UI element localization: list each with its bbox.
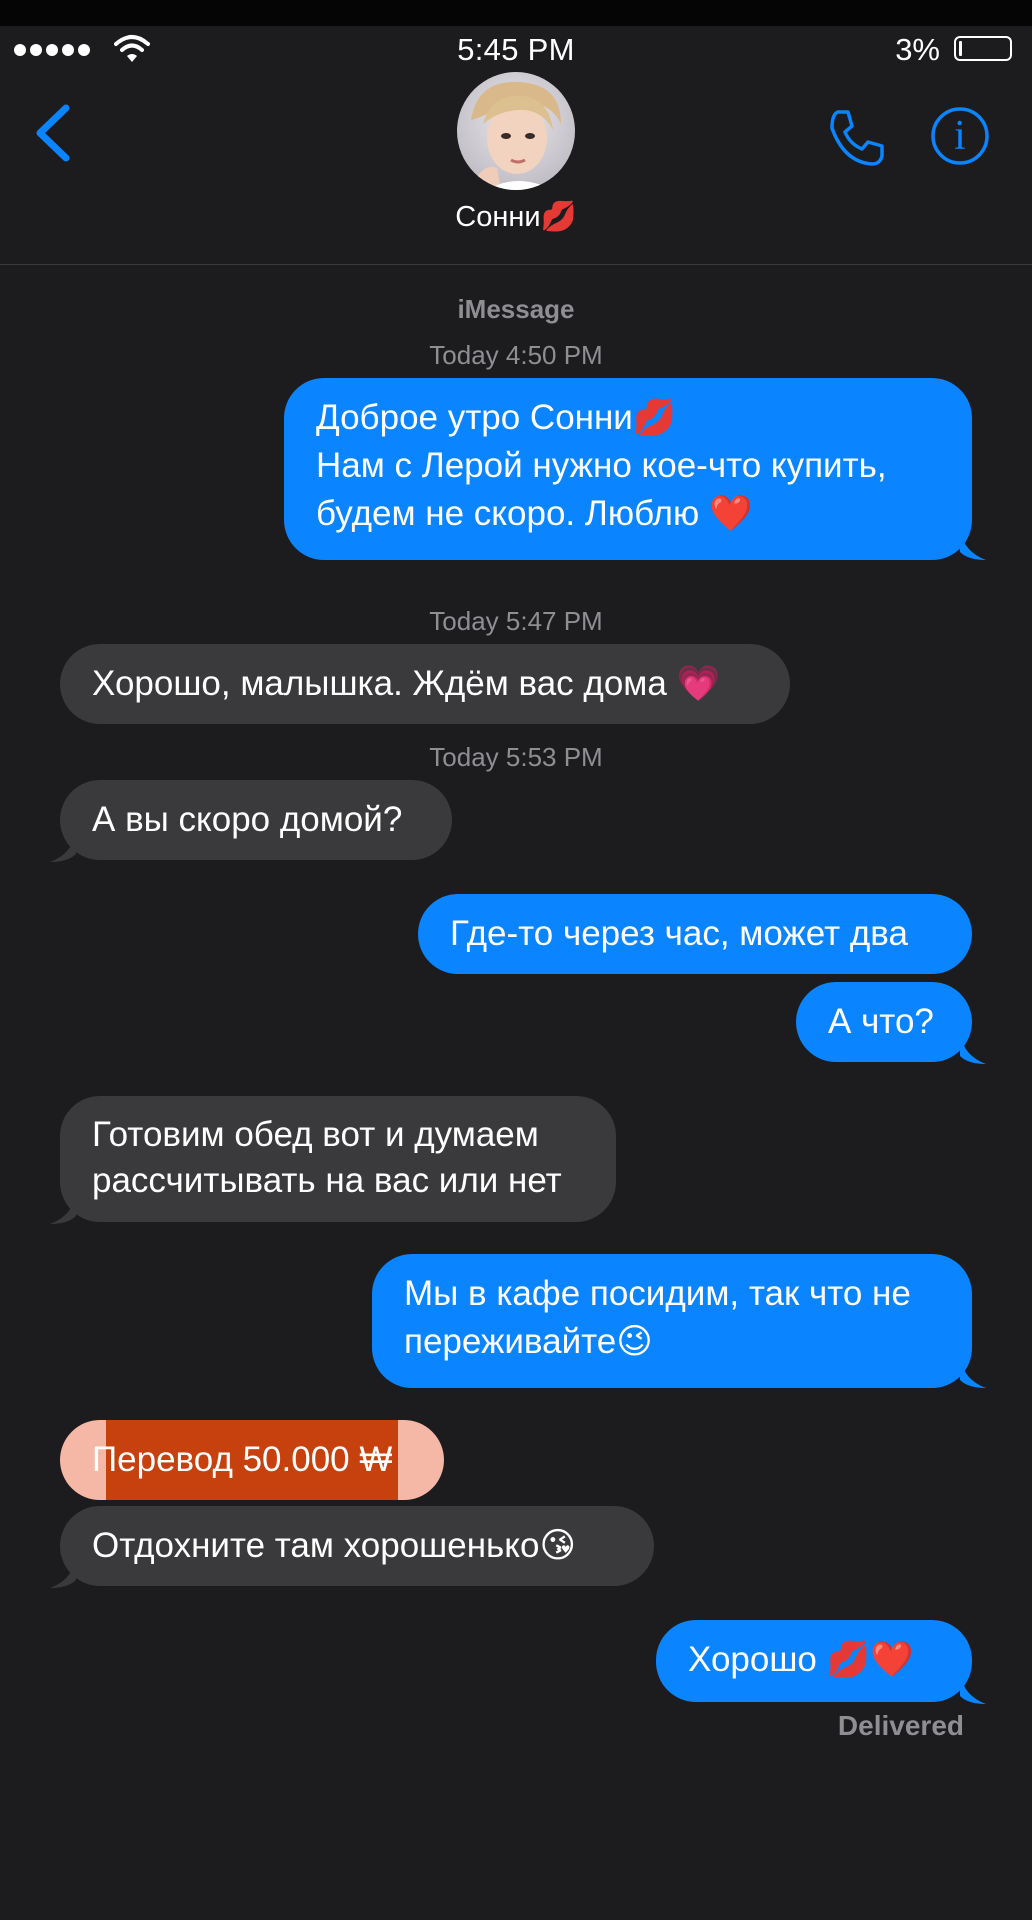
- message-line: переживайте😉: [404, 1322, 653, 1361]
- info-icon[interactable]: i: [930, 106, 990, 166]
- service-label: iMessage: [457, 294, 575, 324]
- outgoing-message[interactable]: Доброе утро Сонни💋 Нам с Лерой нужно кое…: [284, 378, 972, 560]
- message-line: Нам с Лерой нужно кое-что купить,: [316, 446, 887, 485]
- message-line: Где-то через час, может два: [450, 914, 908, 953]
- message-line: Отдохните там хорошенько😘: [92, 1526, 576, 1565]
- timestamp: Today 5:53 PM: [429, 742, 603, 772]
- battery-icon: [954, 36, 1012, 61]
- battery-percent: 3%: [895, 32, 940, 67]
- bubble-tail: [50, 1558, 76, 1588]
- message-line: Хорошо 💋❤️: [688, 1640, 914, 1679]
- message-line: Хорошо, малышка. Ждём вас дома 💗: [92, 664, 721, 703]
- message-line: Мы в кафе посидим, так что не: [404, 1274, 911, 1313]
- bubble-tail: [960, 1358, 986, 1388]
- status-bar: 5:45 PM 3%: [0, 26, 1032, 72]
- contact-name[interactable]: Сонни💋: [0, 200, 1032, 234]
- incoming-message[interactable]: Хорошо, малышка. Ждём вас дома 💗: [60, 644, 790, 724]
- message-line: Перевод 50.000 ₩: [92, 1440, 393, 1479]
- outgoing-message[interactable]: Мы в кафе посидим, так что не переживайт…: [372, 1254, 972, 1388]
- message-line: будем не скоро. Люблю ❤️: [316, 494, 753, 533]
- timestamp: Today 4:50 PM: [429, 340, 603, 370]
- incoming-message[interactable]: А вы скоро домой?: [60, 780, 452, 860]
- bubble-tail: [960, 1034, 986, 1064]
- avatar[interactable]: [457, 72, 575, 190]
- transfer-message[interactable]: Перевод 50.000 ₩: [60, 1420, 444, 1500]
- outgoing-message[interactable]: А что?: [796, 982, 972, 1062]
- incoming-message[interactable]: Готовим обед вот и думаем рассчитывать н…: [60, 1096, 616, 1222]
- avatar-photo-icon: [457, 72, 575, 190]
- chevron-left-icon[interactable]: [32, 102, 74, 164]
- conversation-header: Сонни💋 i: [0, 72, 1032, 265]
- message-line: Готовим обед вот и думаем: [92, 1115, 539, 1154]
- outgoing-message[interactable]: Хорошо 💋❤️: [656, 1620, 972, 1702]
- bubble-tail: [50, 1194, 76, 1224]
- message-line: Доброе утро Сонни💋: [316, 398, 677, 437]
- bubble-tail: [960, 1674, 986, 1704]
- top-strip: [0, 0, 1032, 26]
- info-glyph: i: [954, 113, 966, 159]
- phone-icon[interactable]: [824, 106, 888, 170]
- message-line: А что?: [828, 1002, 934, 1041]
- bubble-tail: [50, 832, 76, 862]
- outgoing-message[interactable]: Где-то через час, может два: [418, 894, 972, 974]
- timestamp: Today 5:47 PM: [429, 606, 603, 636]
- bubble-tail: [960, 530, 986, 560]
- message-line: рассчитывать на вас или нет: [92, 1161, 562, 1200]
- incoming-message[interactable]: Отдохните там хорошенько😘: [60, 1506, 654, 1586]
- delivered-status: Delivered: [837, 1710, 964, 1741]
- status-time: 5:45 PM: [457, 32, 575, 67]
- message-line: А вы скоро домой?: [92, 800, 403, 839]
